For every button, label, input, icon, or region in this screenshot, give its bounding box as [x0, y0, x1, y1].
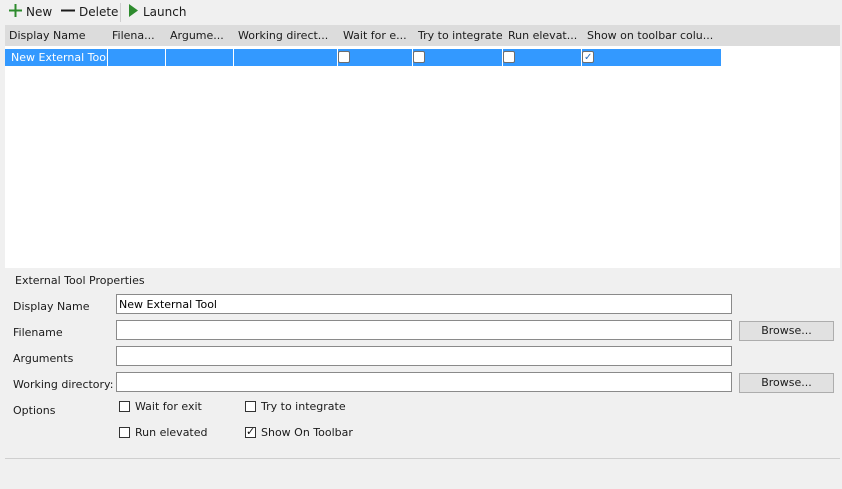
display-name-label: Display Name: [13, 300, 90, 313]
play-icon: [128, 4, 139, 20]
column-header-working-directory[interactable]: Working direct...: [234, 25, 337, 46]
cell-display-name[interactable]: New External Tool: [5, 49, 109, 66]
display-name-field[interactable]: [116, 294, 732, 314]
browse-label: Browse...: [761, 376, 812, 389]
minus-icon: [61, 4, 75, 20]
column-header-arguments[interactable]: Argume...: [166, 25, 233, 46]
try-to-integrate-checkbox[interactable]: Try to integrate: [245, 400, 346, 413]
run-elevated-cell-checkbox[interactable]: [503, 51, 515, 63]
run-elevated-label: Run elevated: [135, 426, 208, 439]
run-elevated-checkbox[interactable]: Run elevated: [119, 426, 208, 439]
browse-label: Browse...: [761, 324, 812, 337]
launch-label: Launch: [143, 5, 187, 19]
cell-run-elevated: [503, 49, 582, 66]
external-tools-grid[interactable]: Display Name Filena... Argume... Working…: [5, 25, 840, 268]
working-directory-field[interactable]: [116, 372, 732, 392]
try-to-integrate-box[interactable]: [245, 401, 256, 412]
column-header-try-to-integrate[interactable]: Try to integrate: [414, 25, 503, 46]
grid-header: Display Name Filena... Argume... Working…: [5, 25, 840, 46]
filename-label: Filename: [13, 326, 63, 339]
show-on-toolbar-cell-checkbox[interactable]: [582, 49, 594, 66]
wait-for-exit-box[interactable]: [119, 401, 130, 412]
delete-button[interactable]: Delete: [61, 2, 118, 22]
wait-for-exit-cell-checkbox[interactable]: [338, 51, 350, 63]
cell-filename[interactable]: [108, 49, 166, 66]
browse-working-directory-button[interactable]: Browse...: [739, 373, 834, 393]
cell-arguments[interactable]: [166, 49, 234, 66]
column-header-filename[interactable]: Filena...: [108, 25, 165, 46]
try-to-integrate-cell-checkbox[interactable]: [413, 51, 425, 63]
show-on-toolbar-label: Show On Toolbar: [261, 426, 353, 439]
options-label: Options: [13, 404, 56, 417]
column-header-show-on-toolbar[interactable]: Show on toolbar colu...: [583, 25, 721, 46]
group-title: External Tool Properties: [15, 274, 145, 287]
table-row[interactable]: New External Tool: [5, 49, 721, 66]
show-on-toolbar-checkbox[interactable]: Show On Toolbar: [245, 425, 353, 439]
cell-show-on-toolbar: [582, 49, 721, 66]
plus-icon: [9, 4, 22, 20]
run-elevated-box[interactable]: [119, 427, 130, 438]
cell-try-to-integrate: [413, 49, 503, 66]
toolbar-separator: [120, 3, 121, 22]
show-on-toolbar-box[interactable]: [245, 425, 256, 438]
external-tool-properties-panel: External Tool Properties Display Name Fi…: [5, 268, 840, 459]
arguments-label: Arguments: [13, 352, 74, 365]
cell-working-directory[interactable]: [234, 49, 338, 66]
try-to-integrate-label: Try to integrate: [261, 400, 346, 413]
wait-for-exit-checkbox[interactable]: Wait for exit: [119, 400, 202, 413]
working-directory-label: Working directory:: [13, 378, 114, 391]
launch-button[interactable]: Launch: [128, 2, 186, 22]
column-header-wait-for-exit[interactable]: Wait for e...: [339, 25, 412, 46]
column-header-run-elevated[interactable]: Run elevat...: [504, 25, 582, 46]
filename-field[interactable]: [116, 320, 732, 340]
delete-label: Delete: [79, 5, 119, 19]
wait-for-exit-label: Wait for exit: [135, 400, 202, 413]
cell-wait-for-exit: [338, 49, 413, 66]
new-label: New: [26, 5, 53, 19]
arguments-field[interactable]: [116, 346, 732, 366]
browse-filename-button[interactable]: Browse...: [739, 321, 834, 341]
new-button[interactable]: New: [9, 2, 52, 22]
column-header-display-name[interactable]: Display Name: [5, 25, 107, 46]
